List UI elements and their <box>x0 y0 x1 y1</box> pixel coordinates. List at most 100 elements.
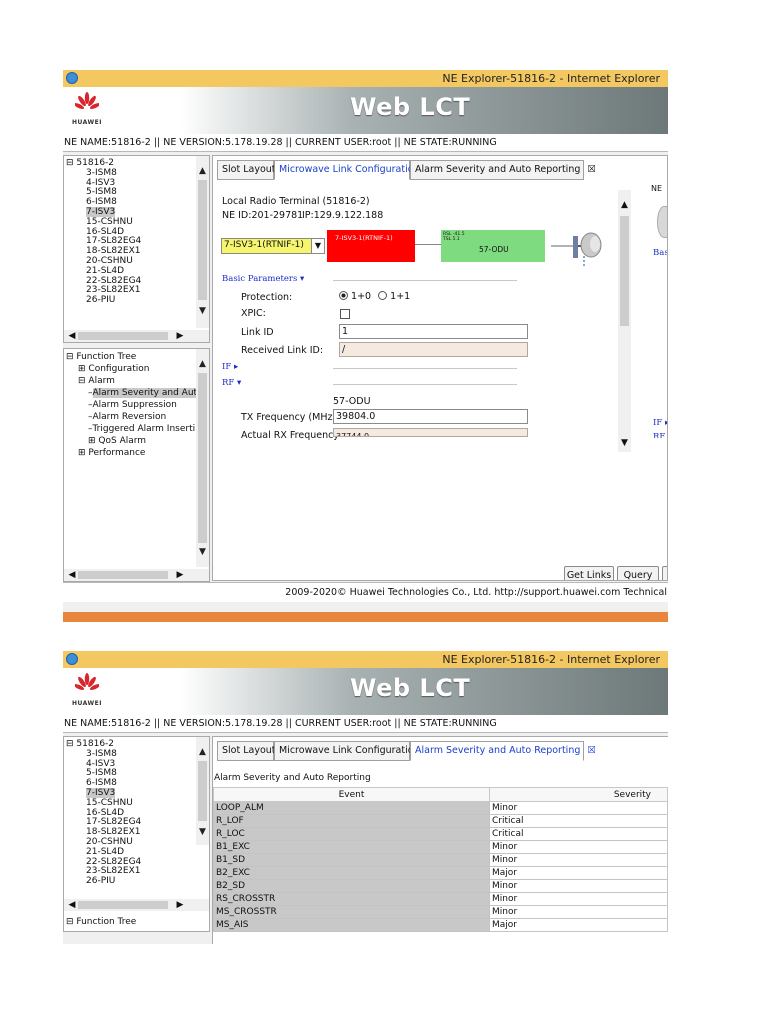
function-tree-configuration[interactable]: ⊞ Configuration <box>64 363 197 375</box>
ne-tree-vscroll[interactable]: ▲ ▼ <box>196 737 209 845</box>
ne-tree-item[interactable]: 5-ISM8 <box>64 768 197 778</box>
table-row[interactable]: B2_EXC Major <box>213 866 668 880</box>
ne-tree-vscroll[interactable]: ▲ ▼ <box>196 156 209 328</box>
ne-tree-item[interactable]: 17-SL82EG4 <box>64 817 197 827</box>
table-row[interactable]: LOOP_ALM Minor <box>213 801 668 815</box>
scroll-left-icon[interactable]: ◀ <box>66 330 78 342</box>
table-row[interactable]: B1_EXC Minor <box>213 840 668 854</box>
ne-tree-item[interactable]: 20-CSHNU <box>64 256 197 266</box>
ne-tree-root[interactable]: ⊟ 51816-2 <box>64 739 197 749</box>
board-select[interactable]: 7-ISV3-1(RTNIF-1) ▼ <box>221 238 325 254</box>
scroll-right-icon[interactable]: ▶ <box>174 899 186 911</box>
ne-tree-item[interactable]: 26-PIU <box>64 876 197 886</box>
ne-tree-item[interactable]: 7-ISV3 <box>64 206 197 217</box>
green-odu-block[interactable]: RSL -41.5 TSL 5.1 57-ODU <box>441 230 545 262</box>
query-button[interactable]: Query <box>617 566 659 580</box>
function-tree-qos-alarm[interactable]: ⊞ QoS Alarm <box>64 435 197 447</box>
ne-tree-root[interactable]: ⊟ 51816-2 <box>64 158 197 168</box>
chevron-down-icon[interactable]: ▼ <box>311 239 324 253</box>
ne-tree-item[interactable]: 4-ISV3 <box>64 178 197 188</box>
basic-parameters-header[interactable]: Basic Parameters ▾ <box>222 274 304 284</box>
table-row[interactable]: MS_AIS Major <box>213 918 668 932</box>
ne-tree-item[interactable]: 21-SL4D <box>64 266 197 276</box>
scroll-down-icon[interactable]: ▼ <box>197 306 208 317</box>
scroll-down-icon[interactable]: ▼ <box>197 827 208 838</box>
scroll-right-icon[interactable]: ▶ <box>174 569 186 581</box>
ne-tree-item[interactable]: 6-ISM8 <box>64 778 197 788</box>
column-header-event[interactable]: Event <box>213 787 490 802</box>
collapse-icon[interactable]: ⊟ <box>66 158 74 168</box>
ne-tree-item[interactable]: 17-SL82EG4 <box>64 236 197 246</box>
alarm-severity-cell[interactable]: Minor <box>489 879 668 893</box>
scroll-down-icon[interactable]: ▼ <box>619 438 630 448</box>
tab-alarm-severity[interactable]: Alarm Severity and Auto Reporting ☒ <box>410 741 596 761</box>
ne-tree-item[interactable]: 26-PIU <box>64 295 197 305</box>
alarm-severity-cell[interactable]: Minor <box>489 892 668 906</box>
ne-tree-hscroll[interactable]: ◀ ▶ <box>64 330 209 342</box>
tab-slot-layout[interactable]: Slot Layout <box>217 160 276 180</box>
collapse-icon[interactable]: ⊟ <box>66 739 74 749</box>
ne-tree-item[interactable]: 21-SL4D <box>64 847 197 857</box>
alarm-severity-cell[interactable]: Minor <box>489 840 668 854</box>
scroll-up-icon[interactable]: ▲ <box>197 166 208 177</box>
ne-tree-item[interactable]: 5-ISM8 <box>64 187 197 197</box>
function-tree-performance[interactable]: ⊞ Performance <box>64 447 197 459</box>
scroll-thumb[interactable] <box>198 761 207 821</box>
table-row[interactable]: R_LOC Critical <box>213 827 668 841</box>
link-id-input[interactable]: 1 <box>339 324 528 339</box>
get-links-button[interactable]: Get Links <box>564 566 614 580</box>
function-tree-alarm-reversion[interactable]: –Alarm Reversion <box>64 411 197 423</box>
ne-tree-item[interactable]: 16-SL4D <box>64 808 197 818</box>
ne-tree-item[interactable]: 22-SL82EG4 <box>64 276 197 286</box>
tx-frequency-input[interactable]: 39804.0 <box>333 409 528 424</box>
function-tree-triggered-alarm[interactable]: –Triggered Alarm Inserti <box>64 423 197 435</box>
alarm-severity-cell[interactable]: Critical <box>489 827 668 841</box>
scroll-down-icon[interactable]: ▼ <box>197 547 208 558</box>
radio-1plus1-icon[interactable] <box>378 291 388 300</box>
scroll-right-icon[interactable]: ▶ <box>174 330 186 342</box>
if-section-header[interactable]: IF ▸ <box>222 362 238 372</box>
table-row[interactable]: B1_SD Minor <box>213 853 668 867</box>
function-tree-alarm-severity[interactable]: –Alarm Severity and Aut <box>64 387 198 399</box>
scroll-thumb[interactable] <box>620 216 629 326</box>
tab-microwave-link-configuration[interactable]: Microwave Link Configuration <box>274 160 420 180</box>
ne-tree-item[interactable]: 18-SL82EX1 <box>64 827 197 837</box>
scroll-up-icon[interactable]: ▲ <box>619 200 630 210</box>
scroll-thumb[interactable] <box>198 373 207 543</box>
config-vscroll[interactable]: ▲ ▼ <box>618 190 631 452</box>
function-tree-alarm-suppression[interactable]: –Alarm Suppression <box>64 399 197 411</box>
tab-microwave-link-configuration[interactable]: Microwave Link Configuration <box>274 741 420 761</box>
function-tree-root[interactable]: ⊟ Function Tree <box>66 917 136 927</box>
function-tree-vscroll[interactable]: ▲ ▼ <box>196 349 209 567</box>
right-if-header[interactable]: IF ▸ <box>653 418 667 428</box>
alarm-severity-cell[interactable]: Major <box>489 866 668 880</box>
tab-alarm-severity[interactable]: Alarm Severity and Auto Reporting ☒ <box>410 160 596 180</box>
table-row[interactable]: B2_SD Minor <box>213 879 668 893</box>
column-header-severity[interactable]: Severity <box>489 787 668 802</box>
tab-slot-layout[interactable]: Slot Layout <box>217 741 276 761</box>
scroll-thumb[interactable] <box>78 571 168 579</box>
scroll-thumb[interactable] <box>198 180 207 300</box>
ne-tree-hscroll[interactable]: ◀ ▶ <box>64 899 209 911</box>
alarm-severity-cell[interactable]: Minor <box>489 853 668 867</box>
alarm-severity-cell[interactable]: Major <box>489 918 668 932</box>
alarm-severity-cell[interactable]: Minor <box>489 905 668 919</box>
function-tree-root[interactable]: ⊟ Function Tree <box>64 351 197 363</box>
more-button[interactable] <box>662 566 667 580</box>
rf-section-header[interactable]: RF ▾ <box>222 378 241 388</box>
table-row[interactable]: MS_CROSSTR Minor <box>213 905 668 919</box>
close-icon[interactable]: ☒ <box>587 745 596 756</box>
close-icon[interactable]: ☒ <box>587 164 596 175</box>
ne-tree-item[interactable]: 7-ISV3 <box>64 787 197 798</box>
ne-tree-item[interactable]: 3-ISM8 <box>64 749 197 759</box>
scroll-thumb[interactable] <box>78 332 168 340</box>
function-tree-alarm[interactable]: ⊟ Alarm <box>64 375 197 387</box>
scroll-up-icon[interactable]: ▲ <box>197 747 208 758</box>
ne-tree-item[interactable]: 15-CSHNU <box>64 217 197 227</box>
ne-tree-item[interactable]: 6-ISM8 <box>64 197 197 207</box>
ne-tree-item[interactable]: 3-ISM8 <box>64 168 197 178</box>
table-row[interactable]: R_LOF Critical <box>213 814 668 828</box>
ne-tree-item[interactable]: 16-SL4D <box>64 227 197 237</box>
ne-tree-item[interactable]: 4-ISV3 <box>64 759 197 769</box>
scroll-up-icon[interactable]: ▲ <box>197 359 208 370</box>
